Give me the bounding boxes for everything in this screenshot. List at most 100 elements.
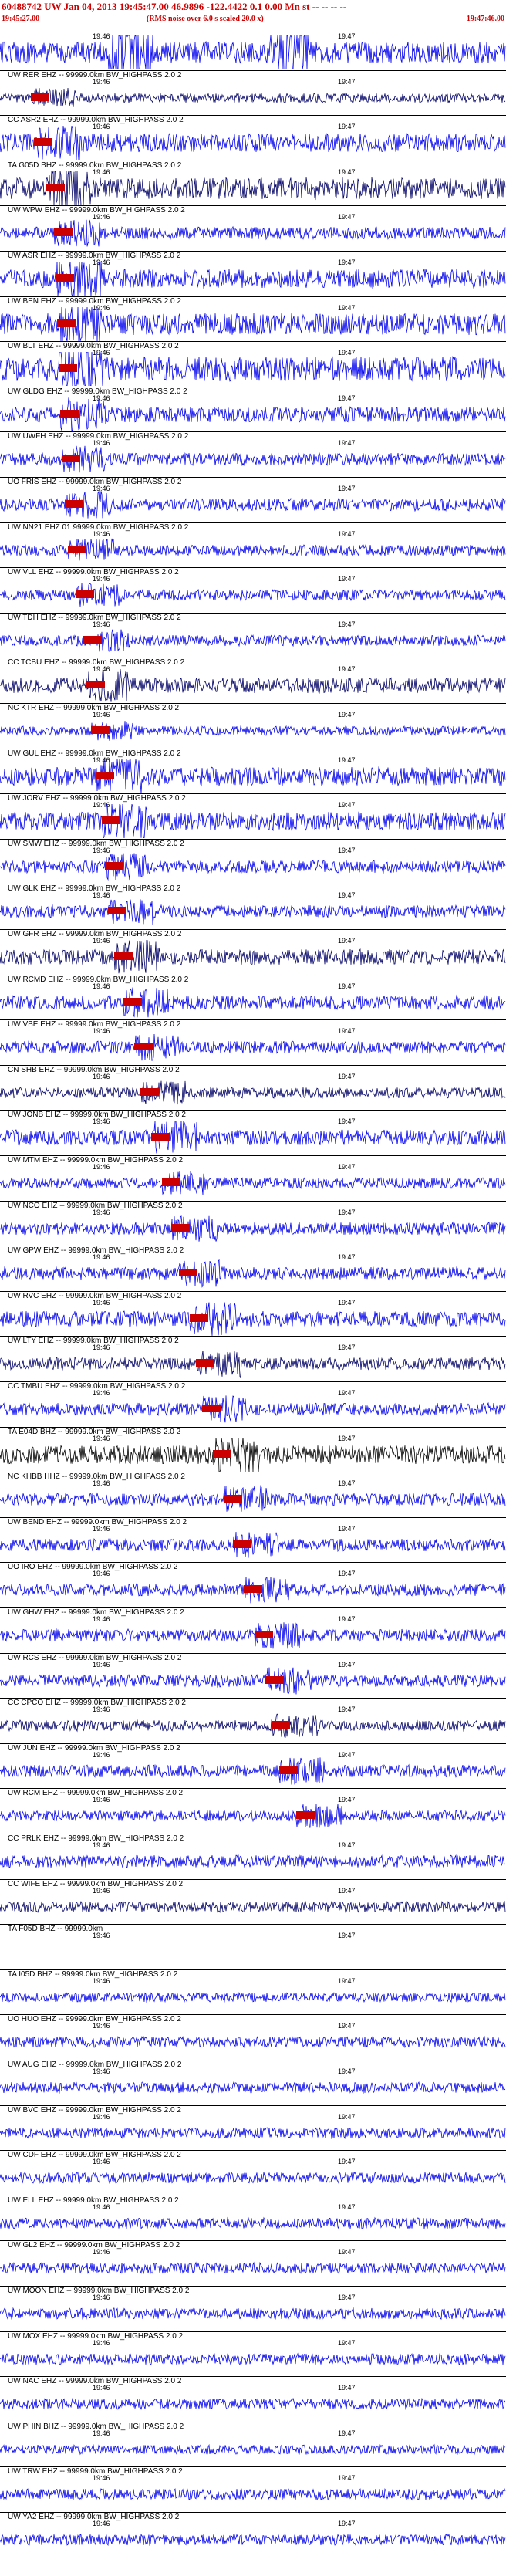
waveform-path — [0, 853, 506, 881]
phase-pick-marker — [202, 1405, 221, 1412]
seismic-waveform — [0, 1531, 506, 1558]
station-row: UW ELL EHZ -- 99999.0km BW_HIGHPASS 2.0 … — [0, 2196, 506, 2241]
station-row: UW GL2 EHZ -- 99999.0km BW_HIGHPASS 2.0 … — [0, 2240, 506, 2286]
phase-pick-marker — [57, 319, 76, 327]
phase-pick-marker — [196, 1359, 214, 1367]
station-row: UW PHIN BHZ -- 99999.0km BW_HIGHPASS 2.0… — [0, 2422, 506, 2467]
station-row: UO FRIS EHZ -- 99999.0km BW_HIGHPASS 2.0… — [0, 477, 506, 522]
station-row: UW GFR EHZ -- 99999.0km BW_HIGHPASS 2.0 … — [0, 929, 506, 975]
station-label: TA F05D BHZ -- 99999.0km — [8, 1925, 103, 1933]
waveform-path — [0, 2487, 506, 2501]
waveform-path — [0, 721, 506, 741]
waveform-path — [0, 35, 506, 69]
station-row: UW SMW EHZ -- 99999.0km BW_HIGHPASS 2.0 … — [0, 839, 506, 884]
seismic-waveform — [0, 1667, 506, 1695]
station-row: TA G05D BHZ -- 99999.0km BW_HIGHPASS 2.0… — [0, 161, 506, 206]
phase-pick-marker — [255, 1631, 273, 1638]
waveform-path — [0, 2216, 506, 2230]
seismic-waveform — [0, 1121, 506, 1154]
waveform-path — [0, 629, 506, 652]
phase-pick-marker — [102, 816, 120, 824]
seismic-waveform — [0, 853, 506, 881]
phase-pick-marker — [68, 546, 86, 553]
station-row: UW JORV EHZ -- 99999.0km BW_HIGHPASS 2.0… — [0, 793, 506, 839]
waveform-path — [0, 1713, 506, 1738]
seismic-waveform — [0, 1395, 506, 1423]
seismic-waveform — [0, 87, 506, 107]
station-row: UW UWFH EHZ -- 99999.0km BW_HIGHPASS 2.0… — [0, 431, 506, 477]
station-row: 19:46 19:47 — [0, 25, 506, 70]
station-row: CC ASR2 EHZ -- 99999.0km BW_HIGHPASS 2.0… — [0, 115, 506, 161]
station-row: UW NN21 EHZ 01 99999.0km BW_HIGHPASS 2.0… — [0, 522, 506, 568]
station-row: TA F05D BHZ -- 99999.0km 19:46 19:47 — [0, 1924, 506, 1969]
phase-pick-marker — [213, 1450, 231, 1458]
seismic-waveform — [0, 2307, 506, 2321]
waveform-path — [0, 1302, 506, 1336]
station-row: CC TCBU EHZ -- 99999.0km BW_HIGHPASS 2.0… — [0, 658, 506, 703]
seismic-waveform — [0, 940, 506, 974]
seismic-waveform — [0, 1259, 506, 1288]
phase-pick-marker — [59, 364, 77, 372]
waveform-path — [0, 1531, 506, 1558]
station-row: UW GLK EHZ -- 99999.0km BW_HIGHPASS 2.0 … — [0, 884, 506, 929]
phase-pick-marker — [162, 1178, 180, 1186]
station-row: CN SHB EHZ -- 99999.0km BW_HIGHPASS 2.0 … — [0, 1065, 506, 1111]
seismic-waveform — [0, 2035, 506, 2049]
station-row: UW MOON EHZ -- 99999.0km BW_HIGHPASS 2.0… — [0, 2286, 506, 2331]
seismic-waveform — [0, 721, 506, 741]
seismic-waveform — [0, 126, 506, 160]
waveform-path — [0, 1215, 506, 1242]
station-row: UW JUN EHZ -- 99999.0km BW_HIGHPASS 2.0 … — [0, 1743, 506, 1789]
phase-pick-marker — [105, 862, 123, 870]
waveform-path — [0, 1757, 506, 1785]
seismic-waveform — [0, 171, 506, 205]
station-row: UW RER EHZ -- 99999.0km BW_HIGHPASS 2.0 … — [0, 70, 506, 116]
waveform-path — [0, 2397, 506, 2411]
station-row: UW JONB EHZ -- 99999.0km BW_HIGHPASS 2.0… — [0, 1110, 506, 1155]
station-row: UW AUG EHZ -- 99999.0km BW_HIGHPASS 2.0 … — [0, 2060, 506, 2105]
phase-pick-marker — [224, 1495, 242, 1503]
waveform-path — [0, 2171, 506, 2185]
phase-pick-marker — [60, 410, 79, 418]
seismic-waveform — [0, 2126, 506, 2140]
waveform-path — [0, 2534, 506, 2547]
seismic-waveform — [0, 1351, 506, 1378]
seismic-waveform — [0, 2487, 506, 2501]
station-row: UW ASR EHZ -- 99999.0km BW_HIGHPASS 2.0 … — [0, 251, 506, 296]
station-row: UW MTM EHZ -- 99999.0km BW_HIGHPASS 2.0 … — [0, 1155, 506, 1201]
seismic-waveform — [0, 2261, 506, 2275]
seismic-waveform — [0, 2443, 506, 2456]
phase-pick-marker — [179, 1269, 197, 1276]
seismic-waveform — [0, 2397, 506, 2411]
phase-pick-marker — [265, 1676, 284, 1684]
station-row: UW NAC EHZ -- 99999.0km BW_HIGHPASS 2.0 … — [0, 2376, 506, 2422]
waveform-path — [0, 262, 506, 296]
station-row: UO IRO EHZ -- 99999.0km BW_HIGHPASS 2.0 … — [0, 1562, 506, 1607]
waveform-path — [0, 759, 506, 793]
phase-pick-marker — [272, 1721, 290, 1729]
station-row: UW NCO EHZ -- 99999.0km BW_HIGHPASS 2.0 … — [0, 1201, 506, 1246]
waveform-path — [0, 2261, 506, 2275]
seismic-waveform — [0, 307, 506, 341]
waveform-path — [0, 1622, 506, 1649]
station-row: NC KHBB HHZ -- 99999.0km BW_HIGHPASS 2.0… — [0, 1472, 506, 1517]
waveform-path — [0, 1121, 506, 1154]
phase-pick-marker — [56, 274, 74, 282]
station-row: UW RCMD EHZ -- 99999.0km BW_HIGHPASS 2.0… — [0, 975, 506, 1020]
waveform-path — [0, 669, 506, 702]
station-row: NC KTR EHZ -- 99999.0km BW_HIGHPASS 2.0 … — [0, 703, 506, 749]
phase-pick-marker — [134, 1043, 153, 1050]
trace-panel: 19:46 19:47 UW RER EHZ -- 99999.0km BW_HIG… — [0, 0, 506, 2576]
phase-pick-marker — [114, 952, 133, 960]
station-row: UW WPW EHZ -- 99999.0km BW_HIGHPASS 2.0 … — [0, 205, 506, 251]
phase-pick-marker — [62, 455, 80, 462]
waveform-path — [0, 2126, 506, 2140]
station-row: UW RCS EHZ -- 99999.0km BW_HIGHPASS 2.0 … — [0, 1653, 506, 1699]
waveform-path — [0, 804, 506, 838]
waveform-path — [0, 1033, 506, 1061]
seismic-waveform — [0, 219, 506, 247]
station-row: UW TRW EHZ -- 99999.0km BW_HIGHPASS 2.0 … — [0, 2466, 506, 2512]
waveform-path — [0, 219, 506, 247]
waveform-path — [0, 2307, 506, 2321]
waveform-path — [0, 1667, 506, 1695]
